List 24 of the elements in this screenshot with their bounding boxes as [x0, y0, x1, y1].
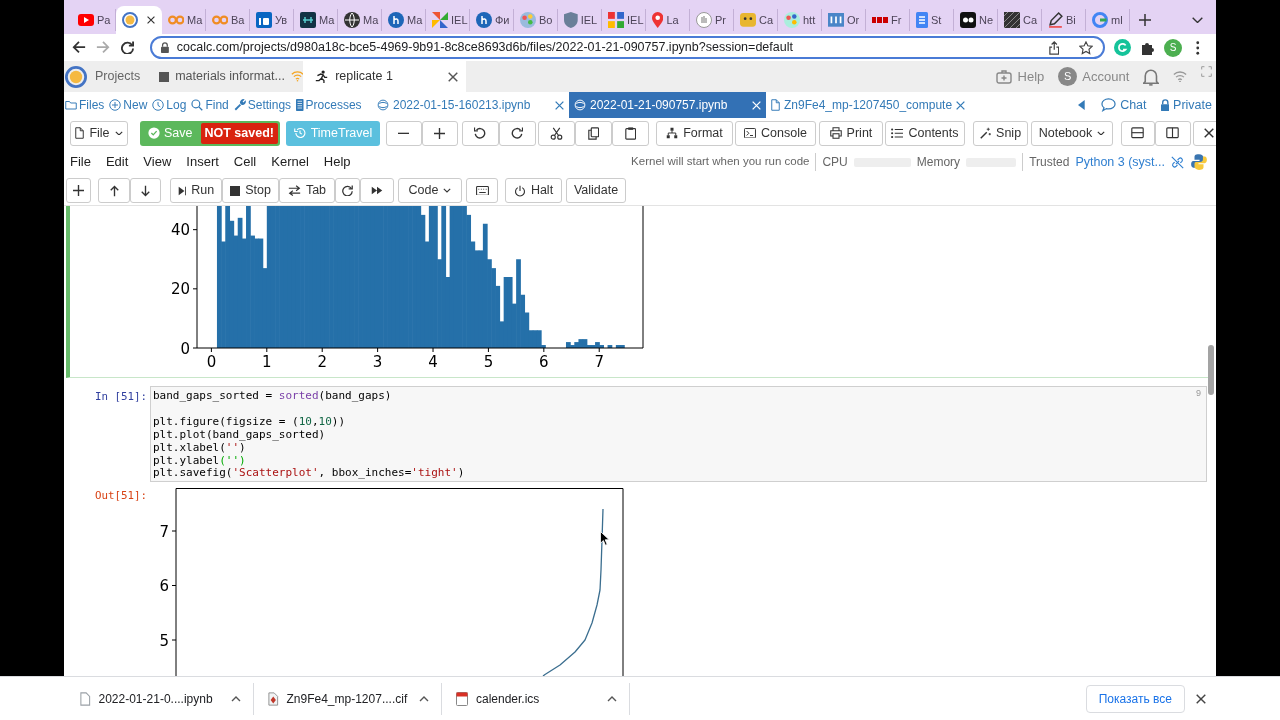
- output-prompt: Out[51]:: [94, 488, 148, 504]
- tick-label: 6: [539, 353, 549, 371]
- tick-label: 6: [159, 577, 169, 595]
- tick-label: 5: [159, 631, 169, 650]
- line-count: 9: [1196, 387, 1201, 400]
- input-prompt: In [51]:: [94, 389, 148, 405]
- kernel-status-text: Kernel will start when you run code: [631, 154, 810, 170]
- tick-label: 0: [206, 353, 217, 371]
- tick-label: 3: [372, 353, 383, 371]
- memory-label: Memory: [916, 154, 961, 171]
- tick-label: 40: [170, 221, 190, 240]
- tick-label: 0: [180, 339, 190, 358]
- cpu-label: CPU: [822, 154, 848, 171]
- tick-label: 4: [428, 353, 438, 371]
- tick-label: 7: [594, 353, 604, 371]
- tick-label: 2: [317, 353, 327, 371]
- unsaved-badge: NOT saved!: [200, 122, 278, 144]
- trusted-label: Trusted: [1029, 154, 1070, 171]
- tick-label: 5: [483, 353, 494, 371]
- tick-label: 1: [262, 353, 272, 371]
- tick-label: 7: [159, 522, 169, 541]
- code-text: band_gaps_sorted = sorted(band_gaps) plt.figure(figsize = (10,10)) plt.plot(band_gaps_sorted) plt.xlabel('') plt.ylabel('') plt.savefig('Scatterplot', bbox_inches='tight'): [153, 390, 465, 481]
- account-avatar: S: [1058, 67, 1078, 86]
- tick-label: 20: [170, 280, 190, 299]
